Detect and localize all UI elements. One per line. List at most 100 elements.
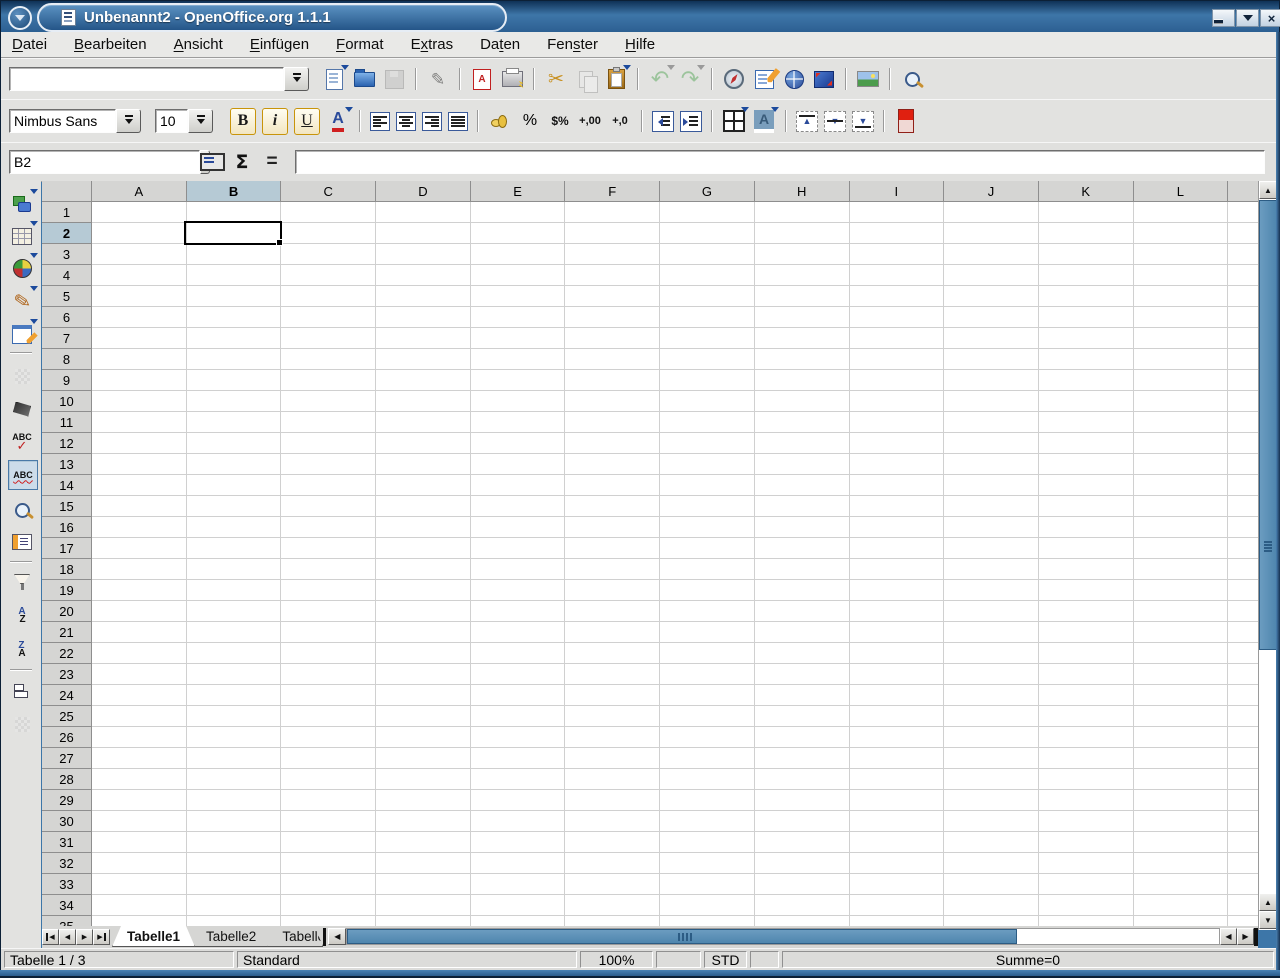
cell-E26[interactable] (471, 727, 566, 748)
cell-E8[interactable] (471, 349, 566, 370)
cell-I25[interactable] (850, 706, 945, 727)
cell-I13[interactable] (850, 454, 945, 475)
cell-partial-3[interactable] (1228, 244, 1258, 265)
row-header-34[interactable]: 34 (42, 895, 92, 916)
insert-applet-button[interactable] (8, 395, 36, 423)
cell-G25[interactable] (660, 706, 755, 727)
cell-A19[interactable] (92, 580, 187, 601)
cell-A1[interactable] (92, 202, 187, 223)
cell-I35[interactable] (850, 916, 945, 926)
cell-E23[interactable] (471, 664, 566, 685)
cell-B7[interactable] (187, 328, 282, 349)
column-header-G[interactable]: G (660, 181, 755, 202)
cell-H8[interactable] (755, 349, 850, 370)
cell-K16[interactable] (1039, 517, 1134, 538)
cell-partial-23[interactable] (1228, 664, 1258, 685)
cell-E20[interactable] (471, 601, 566, 622)
cell-K3[interactable] (1039, 244, 1134, 265)
cell-C11[interactable] (281, 412, 376, 433)
cell-E15[interactable] (471, 496, 566, 517)
borders-button[interactable] (721, 108, 747, 134)
cell-H20[interactable] (755, 601, 850, 622)
cell-J21[interactable] (944, 622, 1039, 643)
cell-J4[interactable] (944, 265, 1039, 286)
open-button[interactable] (351, 66, 377, 92)
align-vertical-center-button[interactable]: ▼ (824, 111, 846, 132)
cell-H17[interactable] (755, 538, 850, 559)
cell-partial-29[interactable] (1228, 790, 1258, 811)
autofilter-button[interactable] (8, 568, 36, 596)
cell-I14[interactable] (850, 475, 945, 496)
cell-E3[interactable] (471, 244, 566, 265)
font-name-input[interactable] (9, 109, 116, 133)
exchange-database-button[interactable] (8, 362, 36, 390)
cell-L8[interactable] (1134, 349, 1229, 370)
column-header-H[interactable]: H (755, 181, 850, 202)
cell-J12[interactable] (944, 433, 1039, 454)
save-button[interactable] (381, 66, 407, 92)
cell-J18[interactable] (944, 559, 1039, 580)
font-name-dropdown-button[interactable] (116, 109, 141, 133)
row-header-20[interactable]: 20 (42, 601, 92, 622)
cell-E10[interactable] (471, 391, 566, 412)
row-header-27[interactable]: 27 (42, 748, 92, 769)
cell-E24[interactable] (471, 685, 566, 706)
cell-J11[interactable] (944, 412, 1039, 433)
cell-I17[interactable] (850, 538, 945, 559)
cell-H21[interactable] (755, 622, 850, 643)
cell-E35[interactable] (471, 916, 566, 926)
cell-C26[interactable] (281, 727, 376, 748)
cell-K24[interactable] (1039, 685, 1134, 706)
cell-partial-28[interactable] (1228, 769, 1258, 790)
cell-D7[interactable] (376, 328, 471, 349)
cell-D33[interactable] (376, 874, 471, 895)
number-percent-button[interactable]: % (517, 108, 543, 134)
scroll-left-button[interactable]: ◀ (328, 928, 346, 945)
cell-B25[interactable] (187, 706, 282, 727)
cell-A15[interactable] (92, 496, 187, 517)
cell-C34[interactable] (281, 895, 376, 916)
cell-D18[interactable] (376, 559, 471, 580)
row-header-35[interactable]: 35 (42, 916, 92, 926)
scroll-up-button-bottom[interactable]: ▲ (1259, 893, 1277, 911)
cell-F19[interactable] (565, 580, 660, 601)
row-header-25[interactable]: 25 (42, 706, 92, 727)
cell-partial-2[interactable] (1228, 223, 1258, 244)
cell-F25[interactable] (565, 706, 660, 727)
cell-partial-24[interactable] (1228, 685, 1258, 706)
cell-A16[interactable] (92, 517, 187, 538)
cell-L4[interactable] (1134, 265, 1229, 286)
cell-K31[interactable] (1039, 832, 1134, 853)
horizontal-scrollbar-thumb[interactable] (347, 929, 1017, 944)
cell-B26[interactable] (187, 727, 282, 748)
cell-partial-13[interactable] (1228, 454, 1258, 475)
cell-selection[interactable] (184, 221, 282, 245)
cell-F28[interactable] (565, 769, 660, 790)
cell-H5[interactable] (755, 286, 850, 307)
cell-C33[interactable] (281, 874, 376, 895)
name-box[interactable] (9, 150, 175, 174)
cell-F4[interactable] (565, 265, 660, 286)
first-sheet-button[interactable]: ◀ (42, 929, 59, 945)
font-name-combobox[interactable] (9, 109, 141, 133)
cell-H10[interactable] (755, 391, 850, 412)
cell-K4[interactable] (1039, 265, 1134, 286)
cell-B17[interactable] (187, 538, 282, 559)
cell-A6[interactable] (92, 307, 187, 328)
cell-L11[interactable] (1134, 412, 1229, 433)
cell-H4[interactable] (755, 265, 850, 286)
row-header-16[interactable]: 16 (42, 517, 92, 538)
sort-descending-button[interactable]: ZA (8, 636, 36, 664)
cell-I3[interactable] (850, 244, 945, 265)
cell-D3[interactable] (376, 244, 471, 265)
cell-D31[interactable] (376, 832, 471, 853)
row-header-15[interactable]: 15 (42, 496, 92, 517)
cell-G29[interactable] (660, 790, 755, 811)
cell-H29[interactable] (755, 790, 850, 811)
cell-F14[interactable] (565, 475, 660, 496)
cell-B3[interactable] (187, 244, 282, 265)
cell-B12[interactable] (187, 433, 282, 454)
cell-F10[interactable] (565, 391, 660, 412)
cell-K15[interactable] (1039, 496, 1134, 517)
cell-H23[interactable] (755, 664, 850, 685)
